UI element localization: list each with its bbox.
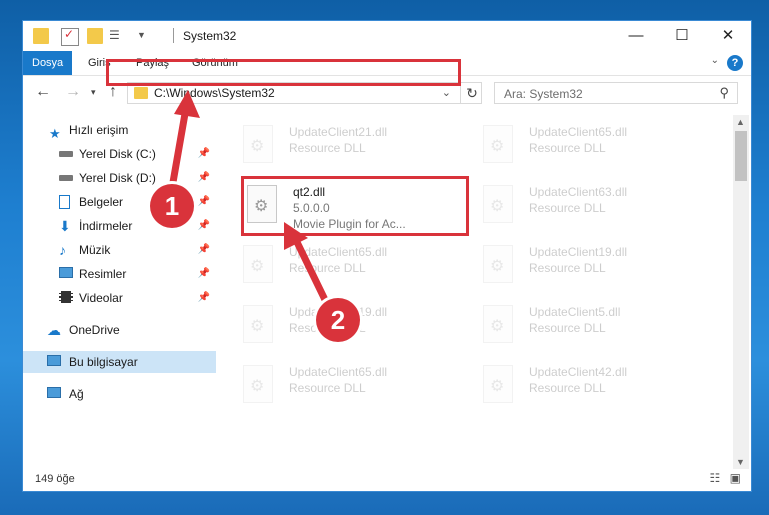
- arrow-1-shaft: [168, 104, 190, 192]
- arrow-2-shaft: [292, 236, 332, 310]
- step-badge-2: 2: [316, 298, 360, 342]
- step-badge-1: 1: [150, 184, 194, 228]
- annotation-arrows: [168, 90, 332, 310]
- arrow-1-head: [174, 90, 200, 118]
